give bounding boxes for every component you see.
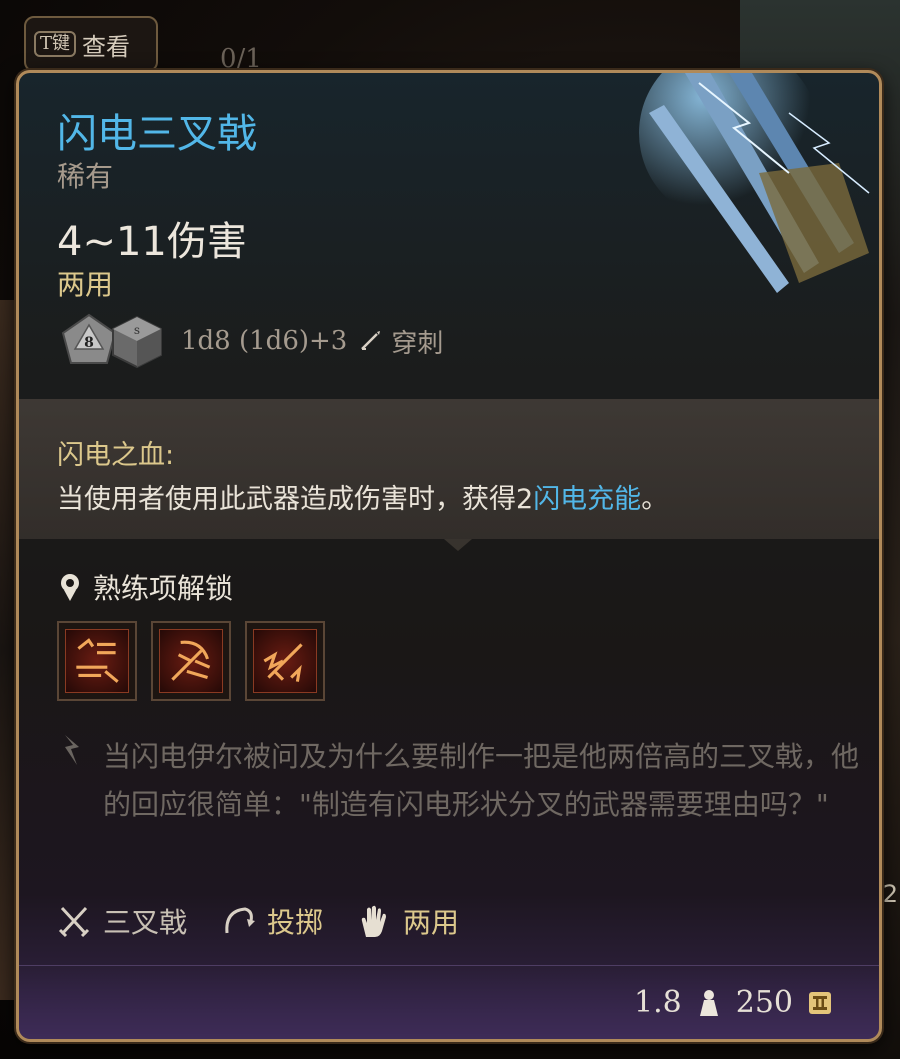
passive-description: 当使用者使用此武器造成伤害时，获得2闪电充能。 (57, 477, 668, 516)
property-versatile[interactable]: 两用 (357, 901, 459, 941)
trident-weapon-art (639, 73, 870, 293)
passive-desc-end: 。 (641, 484, 669, 515)
action-icon-2 (159, 629, 223, 693)
property-thrown[interactable]: 投掷 (221, 901, 323, 941)
damage-type: 穿刺 (391, 328, 444, 359)
property-label: 两用 (403, 906, 460, 939)
item-stats: 1.8 250 (634, 985, 833, 1020)
item-tooltip: 闪电三叉戟 稀有 4~11伤害 两用 8 s 1d8 (1d6)+3 穿刺 闪电… (16, 70, 882, 1042)
property-label: 三叉戟 (103, 906, 188, 939)
item-damage: 4~11伤害 (57, 219, 247, 265)
passive-desc-text: 当使用者使用此武器造成伤害时，获得2 (57, 484, 534, 515)
weapon-actions (57, 621, 325, 701)
item-value: 250 (735, 985, 793, 1020)
proficiency-badge-icon (61, 574, 79, 601)
quill-icon (65, 735, 79, 765)
item-rarity: 稀有 (57, 160, 114, 193)
property-trident[interactable]: 三叉戟 (57, 901, 187, 941)
proficiency-header: 熟练项解锁 (57, 567, 233, 607)
d6-die-icon: s (112, 315, 162, 369)
background-edge-number: 2 (882, 880, 898, 908)
property-label: 投掷 (267, 906, 324, 939)
damage-dice-row: 8 s 1d8 (1d6)+3 穿刺 (61, 313, 443, 369)
gold-coin-icon (809, 991, 831, 1014)
item-name: 闪电三叉戟 (57, 111, 257, 157)
action-icon-3 (253, 629, 317, 693)
item-handedness: 两用 (57, 268, 114, 301)
item-weight: 1.8 (634, 985, 682, 1020)
weapon-action-slot-1[interactable] (57, 621, 137, 701)
flavor-text: 当闪电伊尔被问及为什么要制作一把是他两倍高的三叉戟，他的回应很简单："制造有闪电… (103, 740, 860, 821)
weight-icon (699, 989, 718, 1016)
throw-icon (225, 907, 256, 934)
hand-icon (361, 905, 387, 937)
crossed-weapons-icon (58, 906, 90, 938)
passive-notch (444, 539, 472, 551)
weapon-action-slot-3[interactable] (245, 621, 325, 701)
svg-text:8: 8 (84, 335, 94, 351)
svg-text:s: s (134, 323, 140, 337)
examine-button[interactable]: T键 查看 (24, 16, 158, 72)
piercing-arrow-icon (361, 331, 381, 350)
weapon-action-slot-2[interactable] (151, 621, 231, 701)
proficiency-label: 熟练项解锁 (93, 572, 234, 605)
weapon-properties: 三叉戟 投掷 两用 (57, 901, 493, 941)
dice-formula: 1d8 (1d6)+3 (181, 326, 348, 356)
action-icon-1 (65, 629, 129, 693)
key-hint-badge: T键 (34, 31, 77, 57)
lightning-charge-link[interactable]: 闪电充能 (533, 484, 641, 515)
examine-label: 查看 (82, 32, 131, 61)
passive-name: 闪电之血: (57, 440, 175, 471)
